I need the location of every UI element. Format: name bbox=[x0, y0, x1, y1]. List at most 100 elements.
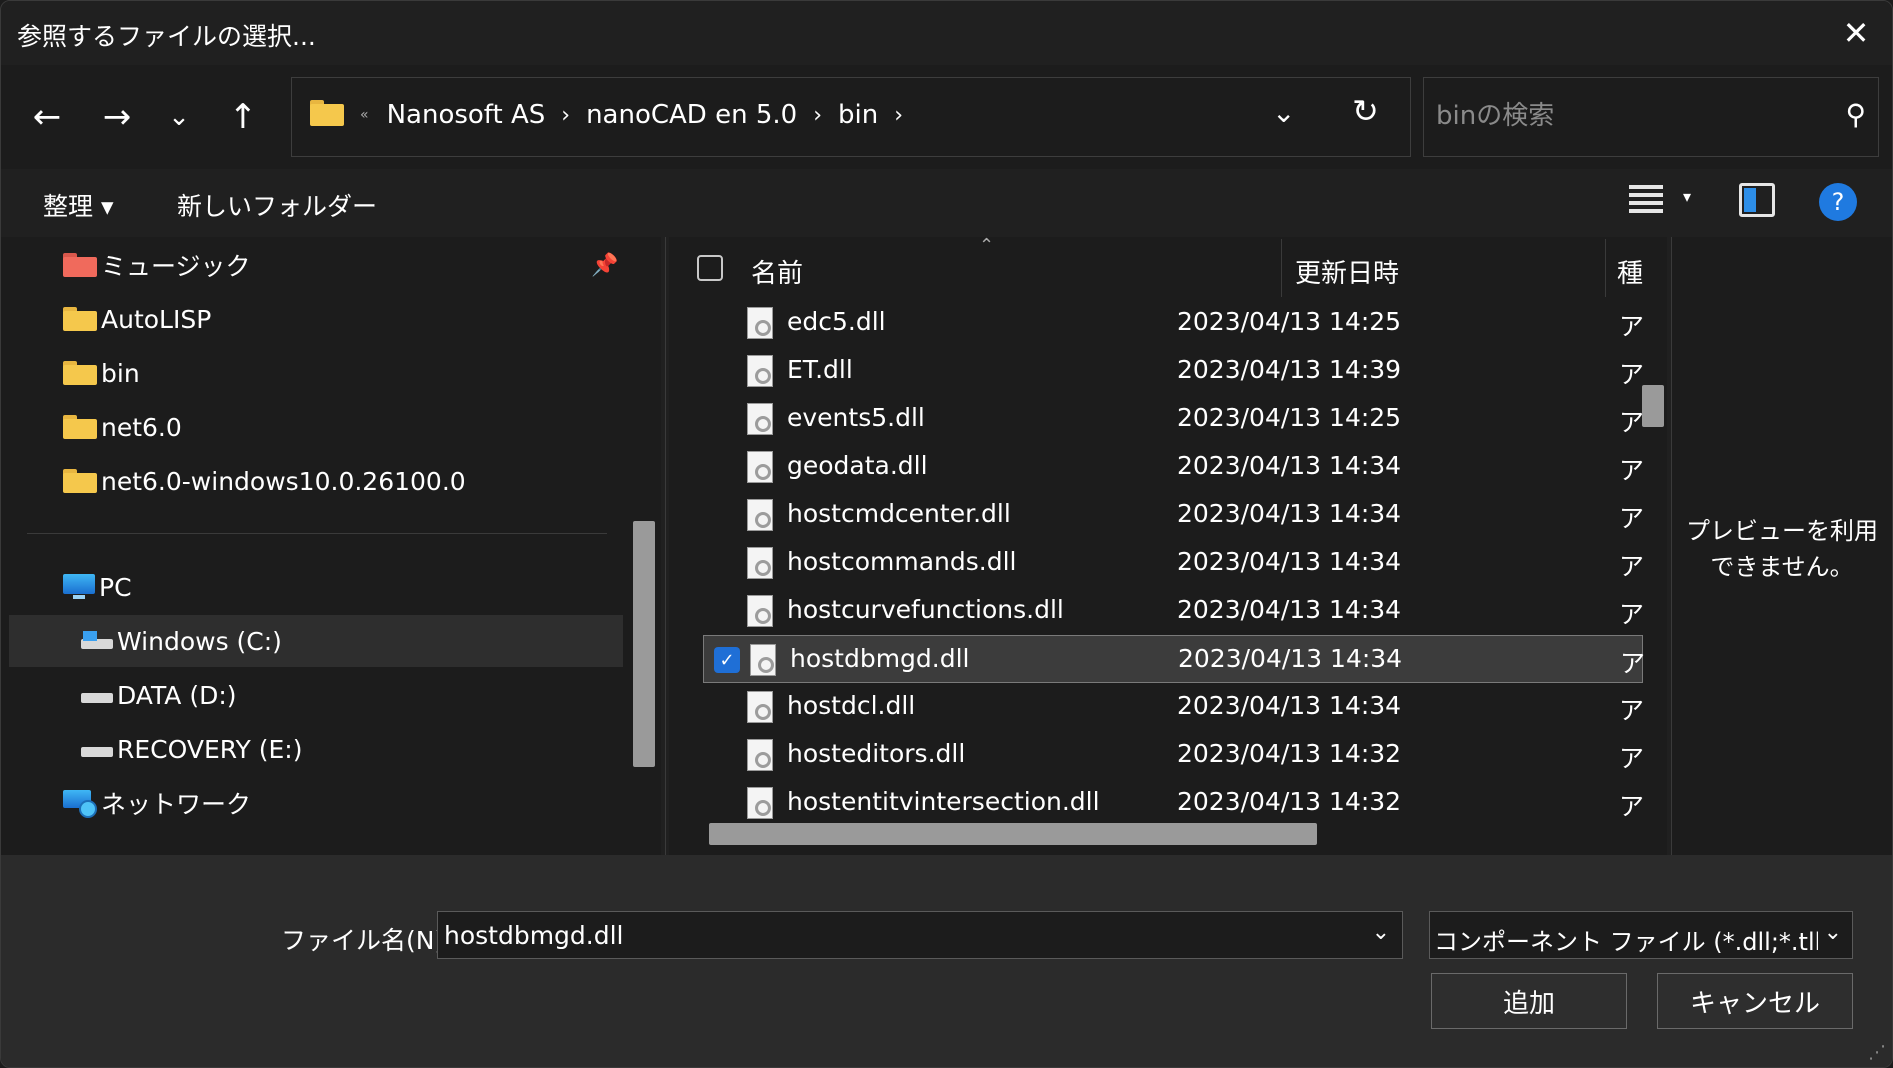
sidebar-item-autolisp[interactable]: AutoLISP bbox=[63, 293, 623, 345]
dll-file-icon bbox=[747, 595, 773, 627]
new-folder-button[interactable]: 新しいフォルダー bbox=[177, 187, 377, 223]
breadcrumb-item-nanocad[interactable]: nanoCAD en 5.0 bbox=[586, 100, 797, 130]
navigation-row: ← → ⌄ ↑ « Nanosoft AS › nanoCAD en 5.0 ›… bbox=[1, 65, 1892, 169]
sidebar-item-drive-d[interactable]: DATA (D:) bbox=[81, 669, 621, 721]
folder-icon bbox=[63, 415, 97, 439]
file-date: 2023/04/13 14:34 bbox=[1177, 499, 1402, 528]
file-row[interactable]: events5.dll 2023/04/13 14:25 ア bbox=[701, 395, 1651, 443]
file-row[interactable]: hostcurvefunctions.dll 2023/04/13 14:34 … bbox=[701, 587, 1651, 635]
refresh-button[interactable]: ↻ bbox=[1352, 92, 1379, 130]
chevron-right-icon[interactable]: › bbox=[813, 103, 822, 128]
file-row-selected[interactable]: ✓ hostdbmgd.dll 2023/04/13 14:34 ア bbox=[703, 635, 1645, 683]
dll-file-icon bbox=[747, 451, 773, 483]
address-bar[interactable]: « Nanosoft AS › nanoCAD en 5.0 › bin › ⌄… bbox=[291, 77, 1411, 157]
address-history-button[interactable]: ⌄ bbox=[1272, 96, 1295, 129]
search-icon[interactable]: ⚲ bbox=[1845, 98, 1866, 131]
filename-combobox[interactable]: ⌄ bbox=[437, 911, 1403, 959]
help-icon[interactable]: ? bbox=[1819, 183, 1857, 221]
file-list-horizontal-scrollbar[interactable] bbox=[709, 823, 1317, 845]
column-divider[interactable] bbox=[1605, 239, 1606, 297]
chevron-down-icon: ⌄ bbox=[1823, 920, 1842, 945]
sidebar-scrollbar[interactable] bbox=[633, 521, 655, 767]
column-divider[interactable] bbox=[1281, 239, 1282, 297]
dll-file-icon bbox=[750, 644, 776, 676]
file-row[interactable]: hostdcl.dll 2023/04/13 14:34 ア bbox=[701, 683, 1651, 731]
column-header-name[interactable]: 名前 bbox=[751, 253, 803, 290]
navigation-pane: ミュージック 📌 AutoLISP bin net6.0 net6.0-wind… bbox=[1, 237, 661, 855]
sidebar-item-label: ミュージック bbox=[101, 252, 251, 281]
file-date: 2023/04/13 14:25 bbox=[1177, 307, 1402, 336]
resize-grip-icon[interactable]: ⋰ bbox=[1868, 1042, 1886, 1063]
file-row[interactable]: geodata.dll 2023/04/13 14:34 ア bbox=[701, 443, 1651, 491]
file-row[interactable]: hosteditors.dll 2023/04/13 14:32 ア bbox=[701, 731, 1651, 779]
refresh-icon: ↻ bbox=[1352, 92, 1379, 130]
drive-icon bbox=[81, 685, 113, 705]
file-row[interactable]: ET.dll 2023/04/13 14:39 ア bbox=[701, 347, 1651, 395]
file-name: ET.dll bbox=[787, 355, 853, 384]
sidebar-item-drive-c[interactable]: Windows (C:) bbox=[9, 615, 623, 667]
forward-button[interactable]: → bbox=[93, 93, 141, 141]
file-name: hostcommands.dll bbox=[787, 547, 1017, 576]
chevron-right-icon[interactable]: › bbox=[561, 103, 570, 128]
file-row[interactable]: hostcmdcenter.dll 2023/04/13 14:34 ア bbox=[701, 491, 1651, 539]
sidebar-item-label: net6.0-windows10.0.26100.0 bbox=[101, 466, 466, 496]
sidebar-item-bin[interactable]: bin bbox=[63, 347, 623, 399]
command-bar: 整理 ▾ 新しいフォルダー ▾ ? bbox=[1, 169, 1892, 237]
sidebar-item-label: RECOVERY (E:) bbox=[117, 734, 303, 764]
sidebar-item-network[interactable]: ネットワーク bbox=[63, 777, 623, 829]
computer-icon bbox=[63, 574, 95, 600]
file-row[interactable]: edc5.dll 2023/04/13 14:25 ア bbox=[701, 299, 1651, 347]
breadcrumb-item-bin[interactable]: bin bbox=[838, 100, 878, 130]
folder-icon bbox=[63, 307, 97, 331]
file-list-vertical-scrollbar[interactable] bbox=[1642, 385, 1664, 427]
dll-file-icon bbox=[747, 355, 773, 387]
file-date: 2023/04/13 14:34 bbox=[1178, 644, 1403, 673]
sidebar-item-net60-windows[interactable]: net6.0-windows10.0.26100.0 bbox=[63, 455, 623, 507]
sidebar-item-label: PC bbox=[99, 572, 132, 602]
search-box[interactable]: ⚲ bbox=[1423, 77, 1879, 157]
file-name: hosteditors.dll bbox=[787, 739, 966, 768]
column-header-type[interactable]: 種 bbox=[1617, 253, 1643, 290]
select-all-checkbox[interactable] bbox=[697, 255, 723, 281]
add-button[interactable]: 追加 bbox=[1431, 973, 1627, 1029]
file-type: ア bbox=[1619, 696, 1645, 725]
pane-divider[interactable] bbox=[665, 237, 666, 855]
preview-pane-icon[interactable] bbox=[1739, 183, 1775, 217]
breadcrumb-overflow[interactable]: « bbox=[360, 107, 369, 123]
chevron-right-icon[interactable]: › bbox=[894, 103, 903, 128]
checkmark-icon[interactable]: ✓ bbox=[714, 647, 740, 673]
arrow-left-icon: ← bbox=[32, 97, 62, 137]
dll-file-icon bbox=[747, 547, 773, 579]
chevron-down-icon: ⌄ bbox=[168, 102, 190, 132]
up-button[interactable]: ↑ bbox=[219, 93, 267, 141]
dll-file-icon bbox=[747, 739, 773, 771]
file-type: ア bbox=[1619, 408, 1645, 437]
filetype-value: コンポーネント ファイル (*.dll;*.tlb;*.o bbox=[1434, 928, 1818, 956]
dll-file-icon bbox=[747, 307, 773, 339]
chevron-down-icon[interactable]: ⌄ bbox=[1372, 920, 1390, 945]
sidebar-item-pc[interactable]: PC bbox=[63, 561, 623, 613]
filename-input[interactable] bbox=[444, 918, 1344, 952]
close-button[interactable]: ✕ bbox=[1834, 13, 1878, 53]
details-view-icon[interactable] bbox=[1629, 185, 1663, 219]
sidebar-item-net60[interactable]: net6.0 bbox=[63, 401, 623, 453]
file-row[interactable]: hostentitvintersection.dll 2023/04/13 14… bbox=[701, 779, 1651, 827]
column-header-date[interactable]: 更新日時 bbox=[1295, 253, 1399, 290]
file-row[interactable]: hostcommands.dll 2023/04/13 14:34 ア bbox=[701, 539, 1651, 587]
organize-button[interactable]: 整理 ▾ bbox=[43, 187, 114, 223]
sidebar-item-drive-e[interactable]: RECOVERY (E:) bbox=[81, 723, 621, 775]
drive-icon bbox=[81, 739, 113, 759]
pin-icon[interactable]: 📌 bbox=[591, 253, 618, 278]
filetype-select[interactable]: コンポーネント ファイル (*.dll;*.tlb;*.o ⌄ bbox=[1429, 911, 1853, 959]
file-type: ア bbox=[1619, 456, 1645, 485]
arrow-up-icon: ↑ bbox=[228, 97, 258, 137]
window-title: 参照するファイルの選択... bbox=[17, 22, 316, 51]
breadcrumb-item-nanosoft[interactable]: Nanosoft AS bbox=[387, 100, 546, 130]
sort-ascending-icon: ⌃ bbox=[979, 237, 995, 256]
sidebar-item-music[interactable]: ミュージック bbox=[63, 239, 623, 291]
search-input[interactable] bbox=[1436, 96, 1816, 136]
cancel-button[interactable]: キャンセル bbox=[1657, 973, 1853, 1029]
view-options-caret-icon[interactable]: ▾ bbox=[1683, 187, 1691, 206]
back-button[interactable]: ← bbox=[23, 93, 71, 141]
recent-locations-button[interactable]: ⌄ bbox=[155, 93, 203, 141]
